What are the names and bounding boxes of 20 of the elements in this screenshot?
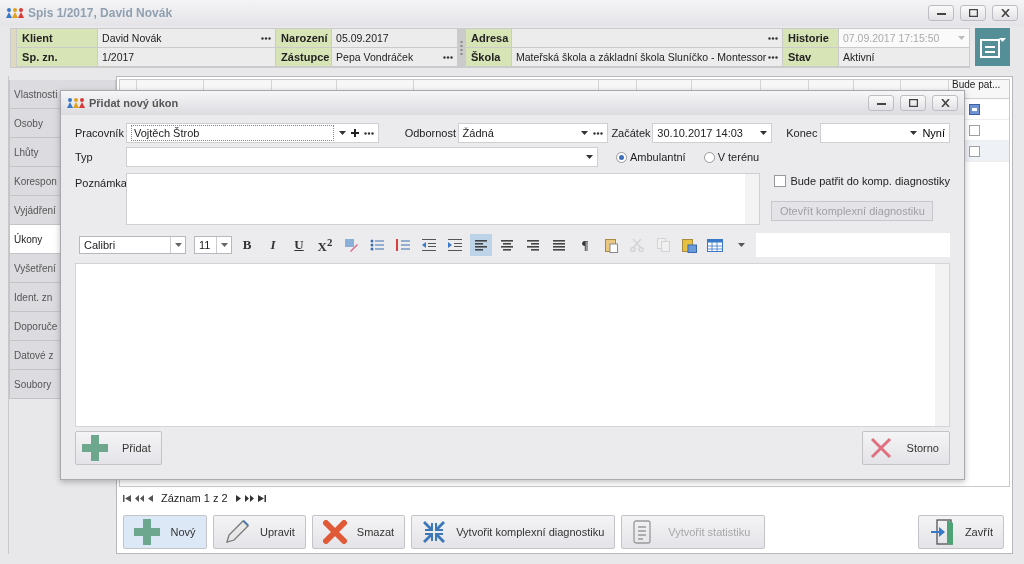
radio-label: V terénu bbox=[717, 151, 760, 163]
record-counter: Záznam 1 z 2 bbox=[161, 492, 228, 504]
field-label: Klient bbox=[17, 29, 98, 47]
field-label: Typ bbox=[75, 151, 94, 163]
field-label: Poznámka bbox=[75, 177, 126, 189]
window-title: Spis 1/2017, David Novák bbox=[28, 6, 174, 20]
field-label: Adresa bbox=[466, 29, 511, 47]
field-label: Odbornost bbox=[404, 127, 457, 139]
field-label: Narození bbox=[276, 29, 332, 47]
dialog-title: Přidat nový úkon bbox=[89, 97, 180, 109]
field-label: Konec bbox=[786, 127, 819, 139]
field-label: Začátek bbox=[611, 127, 652, 139]
field-label: Historie bbox=[783, 29, 838, 47]
field-label: Pracovník bbox=[75, 127, 125, 139]
radio-label: Ambulantní bbox=[630, 151, 686, 163]
field-label: Zástupce bbox=[276, 48, 332, 66]
checkbox-label: Bude patřit do komp. diagnostiky bbox=[790, 175, 950, 187]
field-label: Sp. zn. bbox=[17, 48, 98, 66]
field-label: Škola bbox=[466, 48, 511, 66]
field-label: Stav bbox=[783, 48, 838, 66]
